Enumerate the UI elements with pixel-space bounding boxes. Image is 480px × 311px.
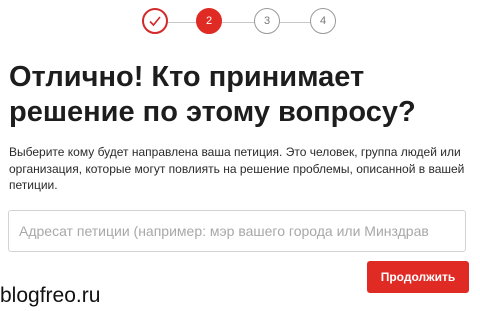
step-number: 2 — [205, 15, 213, 27]
step-3: 3 — [254, 8, 280, 34]
step-number: 3 — [263, 15, 271, 27]
addressee-input[interactable] — [9, 211, 465, 251]
page-title: Отлично! Кто принимает решение по этому … — [9, 60, 471, 130]
progress-stepper: 2 3 4 — [0, 6, 480, 40]
step-number: 4 — [319, 15, 327, 27]
page-title-line-2: решение по этому вопросу? — [9, 96, 416, 128]
stepper-line — [168, 22, 320, 23]
check-icon — [149, 16, 161, 27]
watermark-text: blogfreo.ru — [0, 284, 101, 307]
page-description: Выберите кому будет направлена ваша пети… — [9, 145, 465, 192]
addressee-field — [8, 210, 466, 252]
step-4: 4 — [310, 8, 336, 34]
step-2-current[interactable]: 2 — [196, 8, 222, 34]
continue-button[interactable]: Продолжить — [367, 261, 469, 293]
step-1-completed[interactable] — [142, 8, 168, 34]
page-title-line-1: Отлично! Кто принимает — [9, 61, 365, 93]
